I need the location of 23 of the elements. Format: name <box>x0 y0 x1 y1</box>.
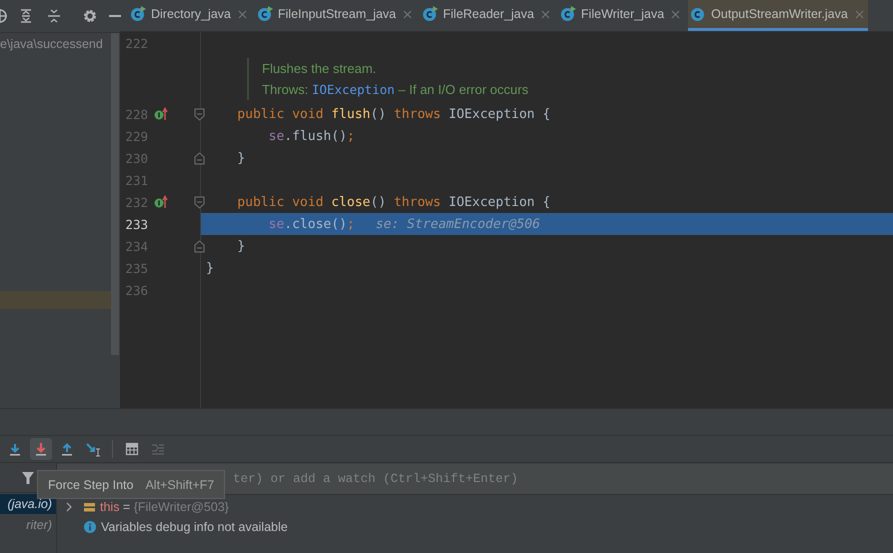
line-number: 229 <box>124 128 148 144</box>
line-number: 236 <box>124 282 148 298</box>
line-number: 234 <box>124 238 148 254</box>
doc-summary: Flushes the stream. <box>262 61 378 76</box>
code-line: se.close(); <box>268 216 355 232</box>
code-line: } <box>236 150 246 166</box>
tooltip-shortcut: Alt+Shift+F7 <box>145 478 214 492</box>
code-line: } <box>206 260 214 276</box>
line-number: 232 <box>124 194 148 210</box>
code-line: se.flush(); <box>268 128 355 144</box>
line-number: 228 <box>124 106 148 122</box>
inline-value-hint: se: StreamEncoder@506 <box>376 216 540 232</box>
line-number: 222 <box>124 36 148 50</box>
info-message: Variables debug info not available <box>101 520 288 534</box>
line-number: 235 <box>124 260 148 276</box>
doc-throws: Throws: IOException – If an I/O error occurs <box>262 82 530 97</box>
line-number: 231 <box>124 172 148 188</box>
line-number: 230 <box>124 150 148 166</box>
line-number: 233 <box>124 216 148 232</box>
code-line: } <box>236 238 246 254</box>
code-line: public void flush() throws IOException { <box>236 106 550 122</box>
code-line: public void close() throws IOException { <box>236 194 550 210</box>
tree-path: e\java\successend <box>0 36 103 53</box>
